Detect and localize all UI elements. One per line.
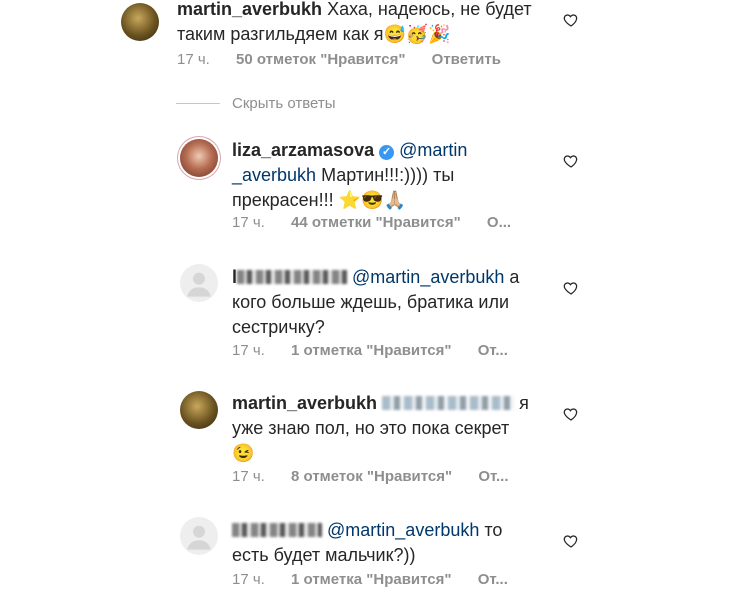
comment-meta: 17 ч. 44 отметки "Нравится" О... [232, 214, 533, 231]
comment-meta: 17 ч. 8 отметок "Нравится" От... [232, 468, 531, 485]
avatar[interactable] [180, 517, 218, 555]
comment-text: Хаха, надеюсь, не будет [327, 0, 532, 19]
comment-body: martin_averbukh Хаха, надеюсь, не будет … [177, 0, 547, 47]
username[interactable]: martin_averbukh [177, 0, 322, 19]
comment-body: l @martin_averbukh а кого больше ждешь, … [232, 265, 532, 340]
timestamp: 17 ч. [232, 571, 265, 588]
timestamp: 17 ч. [232, 214, 265, 231]
comment-text-cont: есть будет мальчик?)) [232, 545, 416, 565]
divider-line [176, 103, 220, 104]
username[interactable]: liza_arzamasova [232, 140, 374, 160]
heart-icon[interactable] [563, 280, 579, 296]
comment-text: Мартин!!!:)))) ты [321, 165, 455, 185]
comment-text: то [484, 520, 503, 540]
mention[interactable]: @martin [399, 140, 467, 160]
reply-button[interactable]: От... [478, 342, 508, 359]
timestamp: 17 ч. [232, 468, 265, 485]
reply-button[interactable]: Ответить [432, 51, 501, 68]
person-silhouette-icon [187, 525, 211, 550]
comments-thread: martin_averbukh Хаха, надеюсь, не будет … [0, 0, 730, 603]
avatar[interactable] [121, 3, 159, 41]
heart-icon[interactable] [563, 153, 579, 169]
verified-badge-icon: ✓ [379, 145, 395, 160]
comment-text: я [519, 393, 529, 413]
reply-anon-2: @martin_averbukh то есть будет мальчик?)… [0, 508, 730, 603]
reply-liza: liza_arzamasova ✓ @martin _averbukh Март… [0, 130, 730, 240]
hide-replies-label[interactable]: Скрыть ответы [232, 95, 336, 112]
person-silhouette-icon [187, 272, 211, 297]
comment-text-cont2: сестричку? [232, 317, 325, 337]
likes-count[interactable]: 1 отметка "Нравится" [291, 342, 452, 359]
comment-top: martin_averbukh Хаха, надеюсь, не будет … [0, 0, 730, 80]
comment-text-cont: кого больше ждешь, братика или [232, 292, 510, 312]
reply-martin: martin_averbukh я уже знаю пол, но это п… [0, 382, 730, 492]
mention[interactable]: @martin_averbukh [327, 520, 479, 540]
comment-text-cont2: 😉 [232, 443, 255, 463]
comment-body: martin_averbukh я уже знаю пол, но это п… [232, 391, 532, 466]
hide-replies-toggle[interactable]: Скрыть ответы [176, 95, 336, 112]
timestamp: 17 ч. [232, 342, 265, 359]
mention[interactable]: @martin_averbukh [352, 267, 504, 287]
reply-button[interactable]: О... [487, 214, 511, 231]
likes-count[interactable]: 50 отметок "Нравится" [236, 51, 405, 68]
username[interactable]: martin_averbukh [232, 393, 377, 413]
avatar[interactable] [180, 391, 218, 429]
comment-text-cont: уже знаю пол, но это пока секрет [232, 418, 510, 438]
comment-meta: 17 ч. 1 отметка "Нравится" От... [232, 571, 530, 588]
likes-count[interactable]: 1 отметка "Нравится" [291, 571, 452, 588]
comment-text: а [509, 267, 520, 287]
comment-text-cont: прекрасен!!! ⭐😎🙏🏼 [232, 190, 406, 210]
comment-body: @martin_averbukh то есть будет мальчик?)… [232, 518, 532, 568]
timestamp: 17 ч. [177, 51, 210, 68]
comment-text-cont: таким разгильдяем как я😅🥳🎉 [177, 24, 451, 44]
heart-icon[interactable] [563, 533, 579, 549]
avatar[interactable] [180, 139, 218, 177]
reply-button[interactable]: От... [478, 571, 508, 588]
mention-cont[interactable]: _averbukh [232, 165, 316, 185]
reply-button[interactable]: От... [478, 468, 508, 485]
comment-meta: 17 ч. 50 отметок "Нравится" Ответить [177, 51, 523, 68]
blurred-mention [382, 396, 515, 410]
blurred-username [237, 270, 348, 284]
avatar[interactable] [180, 264, 218, 302]
likes-count[interactable]: 44 отметки "Нравится" [291, 214, 461, 231]
heart-icon[interactable] [563, 406, 579, 422]
comment-meta: 17 ч. 1 отметка "Нравится" От... [232, 342, 530, 359]
likes-count[interactable]: 8 отметок "Нравится" [291, 468, 452, 485]
comment-body: liza_arzamasova ✓ @martin _averbukh Март… [232, 138, 502, 213]
heart-icon[interactable] [563, 12, 579, 28]
reply-anon-1: l @martin_averbukh а кого больше ждешь, … [0, 255, 730, 365]
blurred-username [232, 523, 322, 537]
